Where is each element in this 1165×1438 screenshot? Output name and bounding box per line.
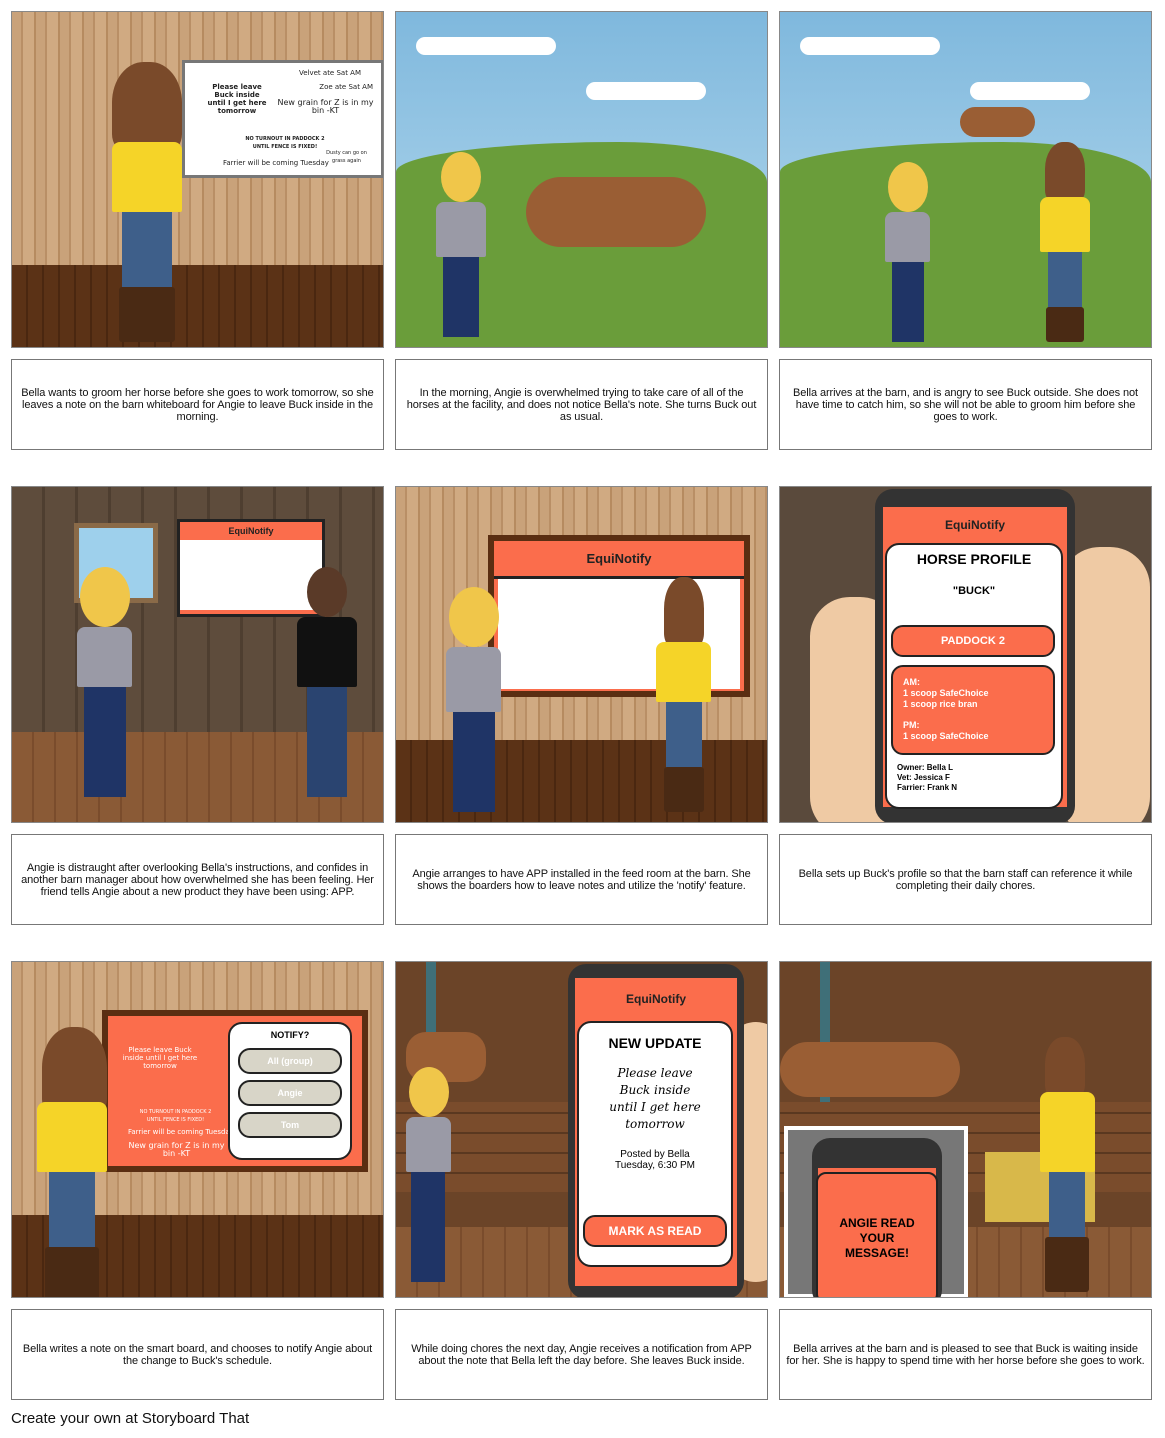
caption: Angie arranges to have APP installed in … [395,834,768,925]
panel-1-scene: Velvet ate Sat AM Zoe ate Sat AM Please … [11,11,384,348]
notify-title: NOTIFY? [270,1030,310,1040]
caption: Bella writes a note on the smart board, … [11,1309,384,1400]
profile-title: HORSE PROFILE [916,551,1032,567]
app-brand: EquiNotify [180,522,322,540]
posted-by: Posted by Bella [620,1149,690,1160]
caption: Angie is distraught after overlooking Be… [11,834,384,925]
update-title: NEW UPDATE [608,1035,702,1051]
note: New grain for Z is in my bin -KT [277,98,374,115]
note: Please leave Buck inside until I get her… [207,83,267,115]
footer-link[interactable]: Create your own at Storyboard That [11,1410,249,1427]
panel-2-scene [395,11,768,348]
notification-card: NEW UPDATE Please leave Buck inside unti… [577,1021,733,1267]
panel-3-scene [779,11,1152,348]
phone: EquiNotify NEW UPDATE Please leave Buck … [568,964,744,1297]
panel-5-scene: EquiNotify [395,486,768,823]
phone-inset: ANGIE READ YOUR MESSAGE! [784,1126,968,1297]
app-brand: EquiNotify [945,518,1005,532]
update-message: Please leave Buck inside until I get her… [609,1066,701,1131]
app-brand: EquiNotify [626,992,686,1006]
horse-buck [780,1042,960,1097]
smart-board: Please leave Buck inside until I get her… [102,1010,368,1172]
app-screen: EquiNotify [177,519,325,617]
caption: While doing chores the next day, Angie r… [395,1309,768,1400]
horse-buck [960,107,1035,137]
notify-option-all[interactable]: All (group) [238,1048,342,1074]
horse-profile-card: HORSE PROFILE "BUCK" PADDOCK 2 AM: 1 sco… [885,543,1063,809]
posted-time: Tuesday, 6:30 PM [614,1160,696,1171]
feeding-schedule: AM: 1 scoop SafeChoice 1 scoop rice bran… [891,665,1055,755]
contacts: Owner: Bella L Vet: Jessica F Farrier: F… [897,763,958,792]
notify-dialog: NOTIFY? All (group) Angie Tom [228,1022,352,1160]
floor [12,265,383,347]
horse-buck [526,177,706,247]
panel-6-scene: EquiNotify HORSE PROFILE "BUCK" PADDOCK … [779,486,1152,823]
phone: EquiNotify HORSE PROFILE "BUCK" PADDOCK … [875,489,1075,822]
panel-4-scene: EquiNotify [11,486,384,823]
caption: Bella arrives at the barn, and is angry … [779,359,1152,450]
notify-option-tom[interactable]: Tom [238,1112,342,1138]
caption: In the morning, Angie is overwhelmed try… [395,359,768,450]
horse-name: "BUCK" [952,585,996,597]
caption: Bella wants to groom her horse before sh… [11,359,384,450]
caption: Bella sets up Buck's profile so that the… [779,834,1152,925]
note: Dusty can go on grass again [326,150,367,164]
panel-8-scene: EquiNotify NEW UPDATE Please leave Buck … [395,961,768,1298]
app-brand: EquiNotify [494,541,744,579]
panel-7-scene: Please leave Buck inside until I get her… [11,961,384,1298]
mark-as-read-button[interactable]: MARK AS READ [583,1215,727,1247]
note: Velvet ate Sat AM [298,69,361,77]
caption: Bella arrives at the barn and is pleased… [779,1309,1152,1400]
panel-9-scene: ANGIE READ YOUR MESSAGE! [779,961,1152,1298]
note: Zoe ate Sat AM [319,83,373,91]
notify-option-angie[interactable]: Angie [238,1080,342,1106]
note: Farrier will be coming Tuesday [223,159,329,167]
paddock-badge[interactable]: PADDOCK 2 [891,625,1055,657]
read-confirmation: ANGIE READ YOUR MESSAGE! [816,1172,938,1297]
note: NO TURNOUT IN PADDOCK 2 UNTIL FENCE IS F… [245,136,325,150]
whiteboard: Velvet ate Sat AM Zoe ate Sat AM Please … [182,60,383,178]
